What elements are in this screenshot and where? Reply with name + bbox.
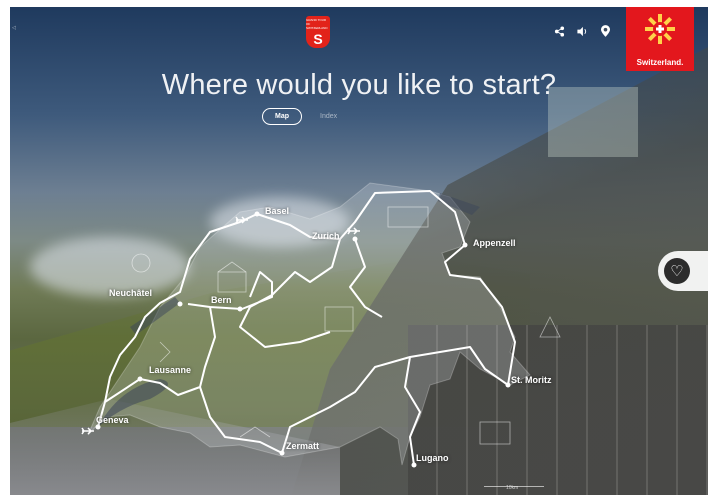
map-pin-icon[interactable]	[597, 23, 613, 39]
city-label-bern[interactable]: Bern	[211, 295, 232, 305]
speaker-icon[interactable]	[574, 23, 590, 39]
share-icon[interactable]	[551, 23, 567, 39]
view-toggle: Map Index	[262, 108, 337, 125]
grand-tour-logo[interactable]: GRAND TOUR OF SWITZERLAND S	[306, 16, 330, 48]
city-dot-appenzell	[462, 242, 468, 248]
page-title: Where would you like to start?	[161, 69, 557, 101]
heart-icon: ♡	[664, 258, 690, 284]
city-label-basel[interactable]: Basel	[265, 206, 289, 216]
top-toolbar	[551, 23, 613, 39]
city-dot-lausanne	[137, 376, 143, 382]
city-label-zermatt[interactable]: Zermatt	[286, 441, 319, 451]
city-dot-st-moritz	[505, 382, 511, 388]
city-label-appenzell[interactable]: Appenzell	[473, 238, 516, 248]
brand-name: Switzerland.	[636, 58, 684, 67]
city-label-lugano[interactable]: Lugano	[416, 453, 449, 463]
city-dot-zurich	[352, 236, 358, 242]
city-label-geneva[interactable]: Geneva	[96, 415, 129, 425]
city-label-st-moritz[interactable]: St. Moritz	[511, 375, 552, 385]
tab-map[interactable]: Map	[262, 108, 302, 125]
scale-label: 10km	[506, 485, 519, 491]
city-dot-basel	[254, 211, 260, 217]
scale-bar: 10km	[484, 485, 544, 492]
swiss-flower-icon	[645, 14, 675, 44]
map-view: ◁ Basel Zurich Appenzell Neuchâtel Bern …	[10, 7, 708, 495]
city-label-neuchatel[interactable]: Neuchâtel	[109, 288, 152, 298]
tab-index[interactable]: Index	[320, 113, 337, 120]
city-dot-zermatt	[279, 450, 285, 456]
city-dot-neuchatel	[177, 301, 183, 307]
city-label-lausanne[interactable]: Lausanne	[149, 365, 191, 375]
city-dot-lugano	[411, 462, 417, 468]
city-dot-geneva	[95, 424, 101, 430]
country-shape	[88, 183, 530, 465]
logo-text: GRAND TOUR OF SWITZERLAND	[306, 18, 328, 30]
city-label-zurich[interactable]: Zurich	[312, 231, 340, 241]
favorites-button[interactable]: ♡	[658, 251, 708, 291]
switzerland-tourism-logo[interactable]: Switzerland.	[626, 7, 694, 71]
route-s-icon: S	[313, 31, 323, 47]
city-dot-bern	[237, 306, 243, 312]
